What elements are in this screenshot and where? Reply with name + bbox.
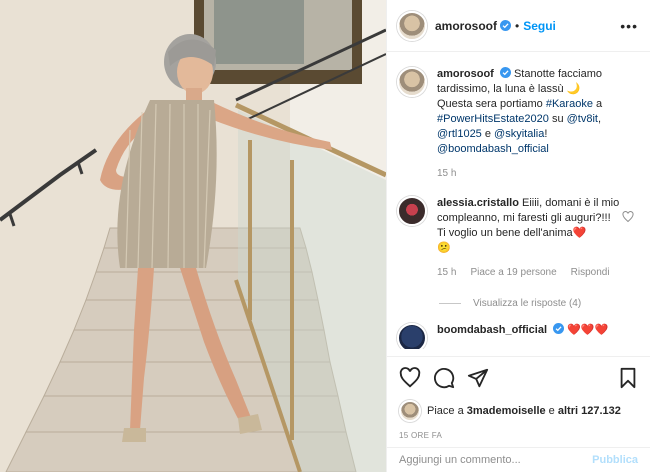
caption-age[interactable]: 15 h (437, 166, 456, 181)
likes-summary[interactable]: Piace a 3mademoiselle e altri 127.132 (399, 400, 638, 422)
post-actions: Piace a 3mademoiselle e altri 127.132 15… (387, 356, 650, 440)
view-replies-button[interactable]: Visualizza le risposte (4) (439, 298, 640, 309)
more-options-icon[interactable]: ••• (620, 18, 638, 34)
comment-body-2: Ti voglio un bene dell'anima❤️ (437, 227, 587, 239)
caption-text: amorosoof Stanotte facciamo tardissimo, … (437, 67, 637, 181)
view-replies-label: Visualizza le risposte (4) (473, 298, 582, 309)
like-heart-icon[interactable] (399, 367, 421, 389)
post-side-panel: amorosoof • Segui ••• amorosoof Stanotte… (386, 0, 650, 472)
comment-item: alessia.cristallo Eiiii, domani è il mio… (397, 196, 640, 280)
caption-line2-mid: a (592, 98, 603, 110)
liker-username[interactable]: 3mademoiselle (467, 405, 546, 417)
likes-text: Piace a 3mademoiselle e altri 127.132 (427, 405, 621, 417)
publish-button[interactable]: Pubblica (592, 454, 638, 466)
hashtag-karaoke[interactable]: #Karaoke (546, 98, 593, 110)
likes-mid: e (545, 405, 558, 417)
comment-item: boomdabash_official ❤️❤️❤️ (397, 323, 640, 349)
follow-button[interactable]: Segui (523, 19, 556, 33)
photo-illustration (0, 0, 386, 472)
verified-badge-icon (500, 20, 512, 31)
commenter-username[interactable]: boomdabash_official (437, 324, 547, 336)
replies-line (439, 303, 461, 304)
mention-rtl1025[interactable]: @rtl1025 (437, 128, 482, 140)
comment-like-heart-icon[interactable] (622, 211, 634, 223)
likes-prefix: Piace a (427, 405, 467, 417)
verified-badge-icon (499, 67, 511, 78)
comment-likes-count[interactable]: Piace a 19 persone (470, 265, 556, 280)
comment-body: ❤️❤️❤️ (567, 324, 609, 336)
add-comment-bar: Pubblica (387, 447, 650, 472)
instagram-post: amorosoof • Segui ••• amorosoof Stanotte… (0, 0, 650, 472)
caption-excl: ! (544, 128, 548, 140)
reply-button[interactable]: Rispondi (571, 265, 610, 280)
bookmark-icon[interactable] (618, 367, 638, 389)
mention-boomdabash[interactable]: @boomdabash_official (437, 143, 549, 155)
post-timestamp[interactable]: 15 ORE FA (399, 431, 638, 440)
action-icons (399, 367, 638, 389)
comment-text: boomdabash_official ❤️❤️❤️ (437, 323, 608, 338)
comment-age[interactable]: 15 h (437, 265, 456, 280)
caption-line2-prefix: Questa sera portiamo (437, 98, 546, 110)
commenter-username[interactable]: alessia.cristallo (437, 197, 519, 209)
comment-meta: 15 h Piace a 19 persone Rispondi (437, 265, 625, 280)
commenter-avatar[interactable] (397, 196, 427, 226)
comments-list[interactable]: amorosoof Stanotte facciamo tardissimo, … (387, 53, 650, 349)
post-header: amorosoof • Segui ••• (387, 0, 650, 52)
mention-skyitalia[interactable]: @skyitalia (494, 128, 544, 140)
author-username[interactable]: amorosoof (435, 19, 497, 33)
caption-avatar[interactable] (397, 67, 427, 97)
verified-badge-icon (553, 323, 565, 334)
liker-avatar[interactable] (399, 400, 421, 422)
comment-text: alessia.cristallo Eiiii, domani è il mio… (437, 196, 625, 280)
comment-emoji: 😕 (437, 242, 451, 254)
caption-comma: , (597, 113, 602, 125)
comment-input[interactable] (399, 454, 593, 466)
share-paper-plane-icon[interactable] (467, 367, 489, 389)
commenter-avatar[interactable] (397, 323, 427, 349)
post-photo[interactable] (0, 0, 386, 472)
caption-and: e (481, 128, 495, 140)
header-separator: • (515, 18, 520, 33)
caption-meta: 15 h (437, 166, 637, 181)
author-avatar[interactable] (397, 10, 427, 41)
comment-bubble-icon[interactable] (433, 367, 455, 389)
caption-on: su (548, 113, 567, 125)
caption: amorosoof Stanotte facciamo tardissimo, … (397, 67, 640, 181)
hashtag-powerhits[interactable]: #PowerHitsEstate2020 (437, 113, 549, 125)
likes-others[interactable]: altri 127.132 (558, 405, 621, 417)
mention-tv8it[interactable]: @tv8it (567, 113, 598, 125)
caption-username[interactable]: amorosoof (437, 68, 494, 80)
